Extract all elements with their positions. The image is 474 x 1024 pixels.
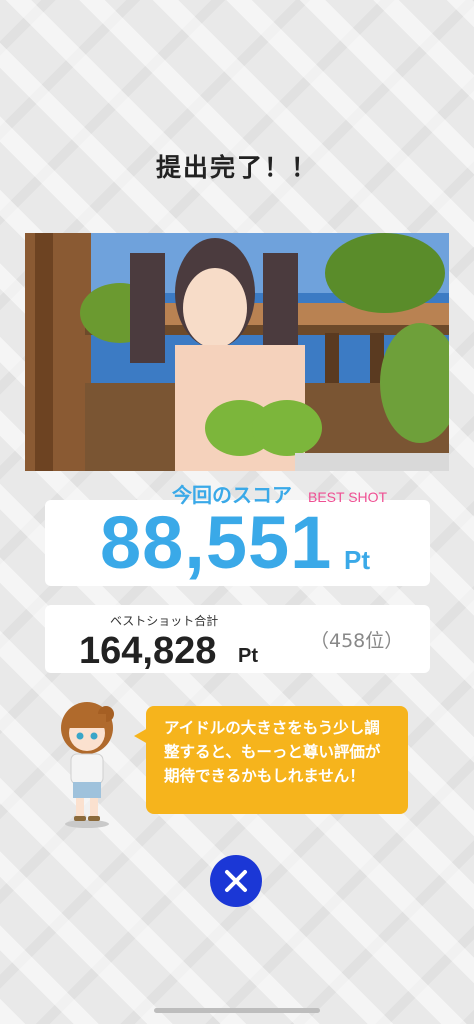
score-unit: Pt xyxy=(344,545,370,575)
character-avatar xyxy=(54,700,120,828)
page-title: 提出完了！！ xyxy=(155,153,318,182)
total-value: 164,828 xyxy=(79,630,217,672)
rank-text: （458位） xyxy=(310,630,404,652)
close-icon xyxy=(225,870,247,892)
total-unit: Pt xyxy=(238,645,258,667)
score-value: 88,551 xyxy=(100,501,333,584)
total-label: ベストショット合計 xyxy=(110,614,219,628)
close-button[interactable] xyxy=(210,855,262,907)
submitted-photo xyxy=(25,233,449,471)
advice-bubble: アイドルの大きさをもう少し調整すると、もーっと尊い評価が期待できるかもしれません… xyxy=(134,706,408,814)
home-indicator[interactable] xyxy=(154,1008,320,1013)
